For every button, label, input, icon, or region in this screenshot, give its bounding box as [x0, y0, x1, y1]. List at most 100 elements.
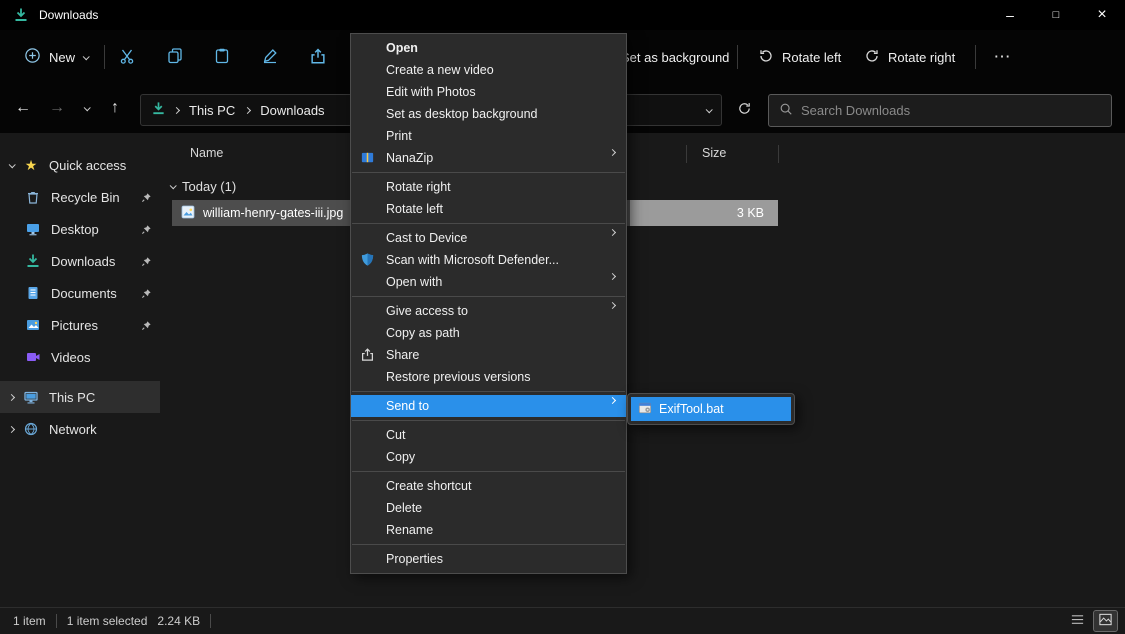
image-file-icon — [180, 204, 196, 223]
menu-separator — [352, 172, 625, 173]
menu-separator — [352, 544, 625, 545]
pin-icon — [141, 191, 152, 206]
sidebar-item-desktop[interactable]: Desktop — [0, 213, 160, 245]
menu-separator — [352, 471, 625, 472]
window-title: Downloads — [39, 8, 98, 22]
document-icon — [24, 285, 42, 301]
copy-button[interactable] — [155, 39, 195, 75]
column-separator[interactable] — [686, 145, 687, 163]
chevron-down-icon[interactable] — [0, 163, 22, 168]
chevron-right-icon — [173, 106, 180, 113]
share-icon — [360, 347, 375, 362]
cut-button[interactable] — [107, 39, 147, 75]
more-options-button[interactable]: ⋯ — [982, 39, 1022, 75]
title-bar: Downloads – □ × — [0, 0, 1125, 30]
menu-item-open-with[interactable]: Open with — [351, 271, 626, 293]
set-as-background-label: Set as background — [621, 50, 729, 65]
menu-item-rotate-right[interactable]: Rotate right — [351, 176, 626, 198]
menu-item-create-shortcut[interactable]: Create shortcut — [351, 475, 626, 497]
menu-item-edit-with-photos[interactable]: Edit with Photos — [351, 81, 626, 103]
submenu-item-exiftool-bat[interactable]: ExifTool.bat — [631, 397, 791, 421]
menu-item-set-as-desktop-background[interactable]: Set as desktop background — [351, 103, 626, 125]
sidebar-item-videos[interactable]: Videos — [0, 341, 160, 373]
breadcrumb-downloads[interactable]: Downloads — [258, 103, 326, 118]
search-input[interactable] — [801, 103, 1101, 118]
share-button[interactable] — [298, 39, 338, 75]
sidebar-spacer — [0, 373, 160, 381]
sidebar-item-pictures[interactable]: Pictures — [0, 309, 160, 341]
column-separator[interactable] — [778, 145, 779, 163]
context-menu: Open Create a new video Edit with Photos… — [350, 33, 627, 574]
search-icon — [779, 102, 793, 119]
file-row-size-cell[interactable]: 3 KB — [630, 200, 778, 226]
rotate-left-button[interactable]: Rotate left — [750, 39, 849, 75]
menu-item-properties[interactable]: Properties — [351, 548, 626, 570]
details-view-button[interactable] — [1066, 611, 1089, 631]
submenu-item-label: ExifTool.bat — [659, 402, 724, 416]
sidebar-item-downloads[interactable]: Downloads — [0, 245, 160, 277]
forward-button[interactable]: → — [42, 93, 72, 123]
close-button[interactable]: × — [1079, 0, 1125, 30]
rename-button[interactable] — [250, 39, 290, 75]
menu-item-scan-with-microsoft-defender[interactable]: Scan with Microsoft Defender... — [351, 249, 626, 271]
submenu-arrow-icon — [609, 273, 616, 280]
menu-item-create-a-new-video[interactable]: Create a new video — [351, 59, 626, 81]
rotate-left-icon — [758, 48, 774, 67]
menu-item-give-access-to[interactable]: Give access to — [351, 300, 626, 322]
menu-item-print[interactable]: Print — [351, 125, 626, 147]
menu-item-open[interactable]: Open — [351, 37, 626, 59]
breadcrumb-this-pc[interactable]: This PC — [187, 103, 237, 118]
chevron-down-icon[interactable] — [162, 184, 182, 189]
group-header-today[interactable]: Today (1) — [160, 174, 236, 198]
sidebar-item-documents[interactable]: Documents — [0, 277, 160, 309]
chevron-right-icon[interactable] — [0, 427, 22, 432]
menu-item-copy-as-path[interactable]: Copy as path — [351, 322, 626, 344]
menu-item-share[interactable]: Share — [351, 344, 626, 366]
menu-item-rename[interactable]: Rename — [351, 519, 626, 541]
sidebar-item-network[interactable]: Network — [0, 413, 160, 445]
chevron-right-icon[interactable] — [0, 395, 22, 400]
pin-icon — [141, 287, 152, 302]
copy-icon — [166, 47, 184, 68]
downloads-folder-icon — [13, 7, 29, 23]
maximize-button[interactable]: □ — [1033, 0, 1079, 30]
network-icon — [22, 421, 40, 437]
back-button[interactable]: ← — [8, 93, 38, 123]
set-as-background-button[interactable]: Set as background — [613, 39, 737, 75]
scissors-icon — [118, 47, 136, 68]
menu-item-rotate-left[interactable]: Rotate left — [351, 198, 626, 220]
rotate-right-button[interactable]: Rotate right — [856, 39, 963, 75]
search-box — [768, 94, 1112, 127]
column-header-name[interactable]: Name — [190, 146, 223, 160]
refresh-button[interactable] — [729, 95, 759, 125]
paste-button[interactable] — [202, 39, 242, 75]
back-arrow-icon: ← — [15, 99, 31, 117]
rename-icon — [261, 47, 279, 68]
submenu-arrow-icon — [609, 149, 616, 156]
thumbnail-view-button[interactable] — [1094, 611, 1117, 631]
group-header-label: Today (1) — [182, 179, 236, 194]
sidebar-item-recycle-bin[interactable]: Recycle Bin — [0, 181, 160, 213]
rotate-right-label: Rotate right — [888, 50, 955, 65]
up-button[interactable]: ↑ — [100, 93, 130, 123]
menu-item-restore-previous-versions[interactable]: Restore previous versions — [351, 366, 626, 388]
menu-item-copy[interactable]: Copy — [351, 446, 626, 468]
menu-item-cut[interactable]: Cut — [351, 424, 626, 446]
menu-item-cast-to-device[interactable]: Cast to Device — [351, 227, 626, 249]
new-button-label: New — [49, 50, 75, 65]
recent-locations-button[interactable] — [74, 93, 98, 123]
menu-item-nanazip[interactable]: NanaZip — [351, 147, 626, 169]
sidebar-item-this-pc[interactable]: This PC — [0, 381, 160, 413]
new-button[interactable]: New — [14, 39, 98, 75]
address-dropdown-chevron-icon[interactable] — [706, 106, 713, 113]
column-header-size[interactable]: Size — [702, 146, 726, 160]
star-icon: ★ — [22, 157, 40, 174]
forward-arrow-icon: → — [49, 99, 65, 117]
downloads-folder-icon — [24, 253, 42, 269]
sidebar-item-quick-access[interactable]: ★ Quick access — [0, 149, 160, 181]
menu-item-delete[interactable]: Delete — [351, 497, 626, 519]
rotate-left-label: Rotate left — [782, 50, 841, 65]
menu-item-send-to[interactable]: Send to — [351, 395, 626, 417]
menu-separator — [352, 420, 625, 421]
minimize-button[interactable]: – — [987, 0, 1033, 30]
